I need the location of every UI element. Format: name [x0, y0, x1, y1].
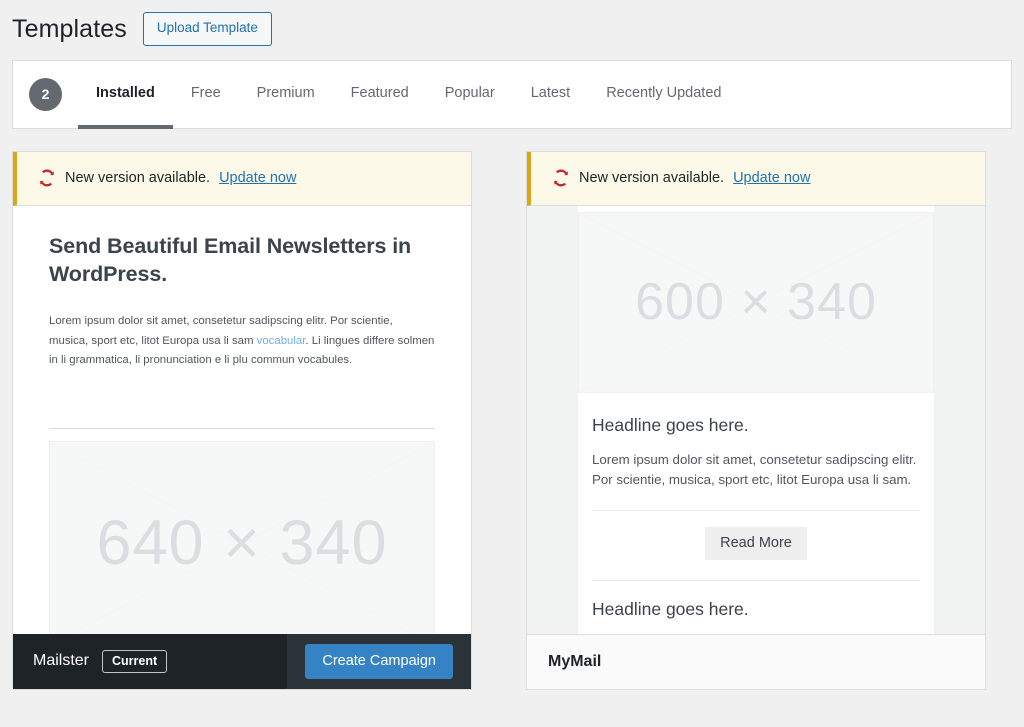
page-header: Templates Upload Template [0, 0, 1024, 60]
update-notice: New version available. Update now [527, 151, 985, 206]
create-campaign-button[interactable]: Create Campaign [305, 643, 453, 679]
mailster-preview-body: Send Beautiful Email Newsletters in Word… [13, 205, 471, 634]
template-card-grid: New version available. Update now Send B… [0, 129, 1024, 690]
update-notice-text: New version available. [65, 170, 211, 187]
mailster-footer-left: Mailster Current [13, 633, 288, 689]
count-badge-wrapper: 2 [13, 61, 78, 128]
template-card-mymail[interactable]: New version available. Update now 600 × … [526, 150, 986, 690]
template-tabbar: 2 Installed Free Premium Featured Popula… [12, 59, 1012, 129]
vocabular-link[interactable]: vocabular [257, 335, 306, 347]
tab-featured[interactable]: Featured [333, 61, 427, 129]
tab-recently-updated[interactable]: Recently Updated [588, 61, 739, 129]
tab-installed[interactable]: Installed [78, 61, 173, 129]
read-more-button[interactable]: Read More [705, 527, 807, 561]
template-name: Mailster [33, 652, 90, 670]
email-headline: Headline goes here. [592, 414, 749, 435]
email-body: Lorem ipsum dolor sit amet, consetetur s… [592, 451, 917, 488]
tab-list: Installed Free Premium Featured Popular … [78, 61, 739, 129]
update-now-link[interactable]: Update now [219, 170, 296, 186]
mailster-card-footer: Mailster Current Create Campaign [13, 633, 471, 689]
update-now-link[interactable]: Update now [733, 170, 810, 186]
email-preview-container: 600 × 340 Headline goes here. Lorem ipsu… [578, 205, 934, 634]
placeholder-dimension-label: 600 × 340 [635, 273, 877, 332]
update-icon [38, 169, 56, 187]
preview-heading: Send Beautiful Email Newsletters in Word… [49, 233, 412, 287]
current-badge: Current [102, 649, 168, 673]
mymail-preview-body: 600 × 340 Headline goes here. Lorem ipsu… [527, 205, 985, 634]
preview-paragraph: Lorem ipsum dolor sit amet, consetetur s… [49, 312, 435, 371]
email-headline-clipped: Headline goes here. [592, 599, 749, 620]
template-card-mailster[interactable]: New version available. Update now Send B… [12, 150, 472, 690]
upload-template-button[interactable]: Upload Template [142, 12, 272, 46]
update-notice: New version available. Update now [13, 151, 471, 206]
email-text-block-clipped: Headline goes here. [578, 581, 934, 620]
page-title: Templates [12, 14, 127, 43]
image-placeholder-600x340: 600 × 340 [578, 211, 934, 393]
tab-free[interactable]: Free [173, 61, 239, 129]
preview-divider [49, 427, 435, 429]
image-placeholder-640x340: 640 × 340 [49, 440, 435, 634]
template-name: MyMail [548, 652, 602, 670]
read-more-wrapper: Read More [578, 511, 934, 561]
mymail-card-footer: MyMail [527, 633, 985, 689]
tab-latest[interactable]: Latest [513, 61, 589, 129]
update-icon [552, 169, 570, 187]
placeholder-dimension-label: 640 × 340 [96, 508, 388, 579]
mailster-footer-right: Create Campaign [287, 634, 471, 689]
installed-count-badge: 2 [29, 77, 62, 111]
tab-popular[interactable]: Popular [427, 61, 513, 129]
update-notice-text: New version available. [579, 170, 725, 187]
email-text-block: Headline goes here. Lorem ipsum dolor si… [578, 393, 934, 490]
tab-premium[interactable]: Premium [239, 61, 333, 129]
